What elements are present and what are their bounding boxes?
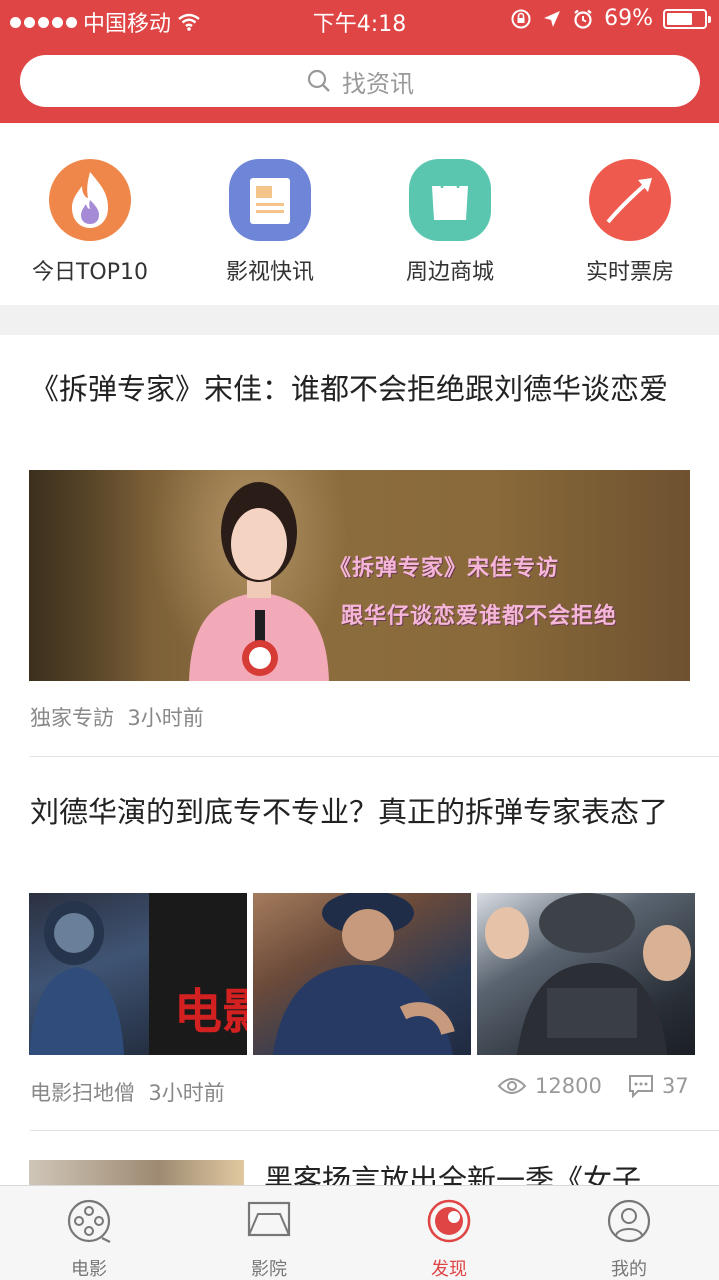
header: 中国移动 下午4:18 69% 找资讯 [0,0,719,123]
comment-count[interactable]: 37 [628,1074,689,1098]
comment-icon [629,1075,653,1098]
film-reel-icon [67,1199,111,1243]
article-title[interactable]: 刘德华演的到底专不专业？真正的拆弹专家表态了 [30,790,690,835]
entry-box-office-label: 实时票房 [585,260,674,285]
tab-cinemas[interactable]: 影院 [219,1198,319,1280]
divider [30,1130,719,1131]
discover-icon [427,1199,471,1243]
battery-icon [663,8,711,29]
search-icon [307,69,330,92]
tab-bar: 电影 影院 发现 我的 [0,1185,719,1280]
tab-profile[interactable]: 我的 [579,1198,679,1280]
article-meta: 电影扫地僧 3小时前 [30,1077,225,1107]
article-time: 3小时前 [148,1081,225,1105]
view-count-value: 12800 [535,1074,602,1098]
officer-figure [273,893,455,1055]
entry-top10[interactable]: 今日TOP10 [10,158,170,286]
tab-movies[interactable]: 电影 [39,1198,139,1280]
news-icon [228,158,312,242]
view-count: 12800 [497,1074,602,1098]
swat-figure [485,893,691,1055]
flame-icon [48,158,132,242]
article-thumbnail[interactable]: 电影 [29,893,247,1055]
trend-up-icon [588,158,672,242]
search-placeholder: 找资讯 [342,69,414,98]
article-time: 3小时前 [127,706,204,730]
cinema-screen-icon [247,1201,291,1237]
tab-cinemas-label: 影院 [251,1259,287,1280]
battery-percent: 69% [604,6,653,31]
tab-profile-label: 我的 [611,1259,647,1280]
tab-discover-label: 发现 [431,1259,467,1280]
rotation-lock-icon [511,9,531,28]
entry-shop-label: 周边商城 [405,260,494,285]
comment-count-value: 37 [662,1074,689,1098]
article-source: 电影扫地僧 [30,1081,135,1105]
profile-icon [607,1199,651,1243]
entry-shop[interactable]: 周边商城 [370,158,530,286]
status-bar: 中国移动 下午4:18 69% [0,0,719,40]
article-image[interactable]: 《拆弹专家》宋佳专访 跟华仔谈恋爱谁都不会拒绝 [29,470,690,681]
entry-top10-label: 今日TOP10 [31,260,149,285]
article-title[interactable]: 《拆弹专家》宋佳：谁都不会拒绝跟刘德华谈恋爱 [30,367,690,412]
bomb-suit-figure: 电影 [29,893,247,1055]
article-source: 独家专訪 [30,706,114,730]
eye-icon [497,1078,527,1094]
quick-entries: 今日TOP10 影视快讯 周边商城 实时票房 [0,123,719,305]
entry-film-news[interactable]: 影视快讯 [190,158,350,286]
location-icon [544,10,561,27]
divider [30,756,719,757]
tab-discover[interactable]: 发现 [399,1198,499,1280]
tab-movies-label: 电影 [71,1259,107,1280]
image-caption-line2: 跟华仔谈恋爱谁都不会拒绝 [341,604,618,629]
search-bar[interactable]: 找资讯 [20,55,700,107]
article-thumbnail[interactable] [477,893,695,1055]
section-gap [0,305,719,335]
alarm-icon [574,9,592,29]
svg-text:电影: 电影 [174,984,247,1040]
article-thumbnail[interactable] [253,893,471,1055]
entry-box-office[interactable]: 实时票房 [550,158,710,286]
image-caption-line1: 《拆弹专家》宋佳专访 [329,556,560,581]
entry-film-news-label: 影视快讯 [225,260,314,285]
shopping-bag-icon [408,158,492,242]
status-right: 69% [510,6,711,31]
article-meta: 独家专訪 3小时前 [30,702,204,732]
